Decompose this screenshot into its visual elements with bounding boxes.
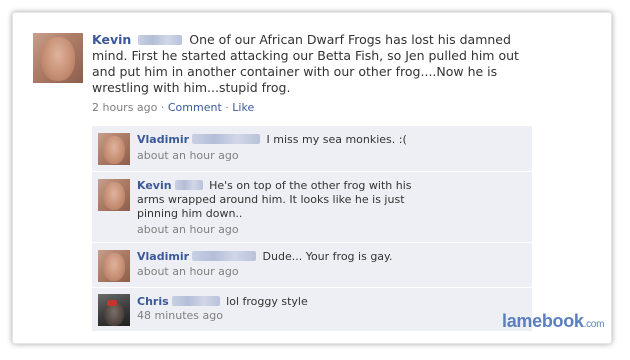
- comment-item: Vladimir I miss my sea monkies. :( about…: [92, 126, 532, 172]
- comments-list: Vladimir I miss my sea monkies. :( about…: [92, 126, 532, 332]
- redacted-surname: [171, 296, 220, 306]
- meta-separator: ·: [225, 101, 229, 114]
- post-timestamp[interactable]: 2 hours ago: [92, 101, 157, 114]
- facebook-post-card: Kevin One of our African Dwarf Frogs has…: [12, 12, 612, 344]
- comment-item: Chris lol froggy style 48 minutes ago: [92, 288, 532, 332]
- comment-item: Vladimir Dude... Your frog is gay. about…: [92, 243, 532, 288]
- comment-author-name[interactable]: Chris: [137, 295, 169, 308]
- comment-author-avatar[interactable]: [98, 250, 130, 282]
- comment-author-avatar[interactable]: [98, 133, 130, 165]
- post-body: Kevin One of our African Dwarf Frogs has…: [92, 32, 532, 96]
- comment-text: I miss my sea monkies. :(: [266, 133, 407, 146]
- comment-text: Dude... Your frog is gay.: [262, 250, 393, 263]
- lamebook-watermark: lamebook.com: [502, 311, 604, 332]
- watermark-brand: lamebook: [502, 311, 584, 331]
- post-meta: 2 hours ago · Comment · Like: [92, 101, 254, 114]
- comment-body: Vladimir Dude... Your frog is gay.: [137, 250, 522, 264]
- redacted-surname: [138, 35, 183, 45]
- like-link[interactable]: Like: [232, 101, 254, 114]
- comment-author-name[interactable]: Vladimir: [137, 133, 189, 146]
- redacted-surname: [174, 180, 203, 190]
- comment-body: Kevin He's on top of the other frog with…: [137, 179, 427, 221]
- comment-author-avatar[interactable]: [98, 179, 130, 211]
- post-author-avatar[interactable]: [33, 33, 83, 83]
- redacted-surname: [192, 251, 257, 261]
- comment-timestamp[interactable]: about an hour ago: [137, 149, 239, 162]
- comment-item: Kevin He's on top of the other frog with…: [92, 172, 532, 243]
- avatar-hat: [107, 300, 117, 306]
- comment-body: Chris lol froggy style: [137, 295, 522, 309]
- redacted-surname: [192, 134, 261, 144]
- watermark-tld: .com: [583, 319, 605, 330]
- comment-timestamp[interactable]: about an hour ago: [137, 223, 239, 236]
- comment-author-name[interactable]: Kevin: [137, 179, 172, 192]
- comment-author-avatar[interactable]: [98, 294, 130, 326]
- post-author-name[interactable]: Kevin: [92, 32, 131, 47]
- comment-timestamp[interactable]: 48 minutes ago: [137, 309, 223, 322]
- comment-link[interactable]: Comment: [168, 101, 222, 114]
- comment-author-name[interactable]: Vladimir: [137, 250, 189, 263]
- comment-timestamp[interactable]: about an hour ago: [137, 265, 239, 278]
- comment-body: Vladimir I miss my sea monkies. :(: [137, 133, 522, 147]
- comment-text: lol froggy style: [226, 295, 308, 308]
- meta-separator: ·: [160, 101, 165, 114]
